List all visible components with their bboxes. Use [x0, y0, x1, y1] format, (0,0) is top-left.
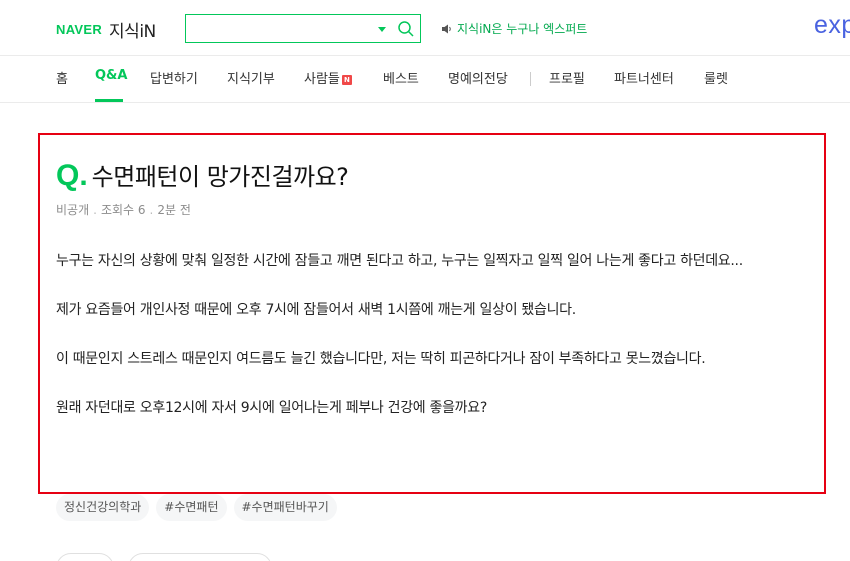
question-paragraph: 누구는 자신의 상황에 맞춰 일정한 시간에 잠들고 깨면 된다고 하고, 누구… — [56, 253, 743, 269]
naver-jisikin-logo[interactable]: NAVER 지식iN — [56, 17, 156, 42]
tag-hashtag[interactable]: #수면패턴 — [156, 494, 227, 521]
tag-category[interactable]: 정신건강의학과 — [56, 494, 150, 521]
expert-notice-text: 지식iN은 누구나 엑스퍼트 — [457, 22, 588, 36]
search-input[interactable] — [190, 18, 370, 39]
nav-active-indicator — [95, 99, 123, 102]
nav-hall-of-fame[interactable]: 명예의전당 — [448, 68, 508, 87]
chevron-down-icon[interactable] — [378, 27, 386, 32]
header: NAVER 지식iN 지식iN은 누구나 엑스퍼트 exp — [0, 0, 850, 56]
nav-donate[interactable]: 지식기부 — [227, 68, 275, 87]
jisikin-logo[interactable]: 지식iN — [109, 17, 156, 42]
naver-logo[interactable]: NAVER — [56, 22, 102, 37]
nav-answer[interactable]: 답변하기 — [150, 68, 198, 87]
question-paragraph: 제가 요즘들어 개인사정 때문에 오후 7시에 잠들어서 새벽 1시쯤에 깨는게… — [56, 302, 576, 318]
question-author: 비공개 — [56, 203, 90, 217]
nav-partner-center[interactable]: 파트너센터 — [614, 68, 674, 87]
question-meta: 비공개. 조회수 6. 2분 전 — [56, 203, 191, 217]
nav-home[interactable]: 홈 — [56, 68, 68, 87]
search-box — [185, 14, 421, 43]
like-button[interactable] — [56, 553, 114, 561]
question-title: Q. 수면패턴이 망가진걸까요? — [56, 157, 349, 193]
question-paragraph: 이 때문인지 스트레스 때문인지 여드름도 늘긴 했습니다만, 저는 딱히 피곤… — [56, 351, 706, 367]
tag-hashtag[interactable]: #수면패턴바꾸기 — [233, 494, 337, 521]
nav-people[interactable]: 사람들 N — [304, 68, 352, 87]
question-body: 누구는 자신의 상황에 맞춰 일정한 시간에 잠들고 깨면 된다고 하고, 누구… — [56, 249, 804, 445]
question-time: 2분 전 — [157, 203, 191, 217]
question-paragraph: 원래 자던대로 오후12시에 자서 9시에 일어나는게 페부나 건강에 좋을까요… — [56, 400, 487, 416]
new-badge: N — [341, 75, 352, 85]
main-nav: 홈 Q&A 답변하기 지식기부 사람들 N 베스트 명예의전당 프로필 파트너센터… — [0, 57, 850, 103]
expert-notice-link[interactable]: 지식iN은 누구나 엑스퍼트 — [441, 20, 587, 37]
question-views: 조회수 6 — [100, 203, 146, 217]
nav-qna[interactable]: Q&A — [95, 68, 127, 83]
nav-people-label: 사람들 — [304, 72, 340, 87]
nav-best[interactable]: 베스트 — [383, 68, 419, 87]
question-title-text: 수면패턴이 망가진걸까요? — [91, 163, 349, 191]
question-mark-icon: Q. — [56, 159, 88, 192]
answer-button[interactable] — [128, 553, 272, 561]
speaker-icon — [442, 24, 451, 33]
nav-divider — [530, 72, 531, 86]
search-icon[interactable] — [397, 20, 415, 38]
nav-profile[interactable]: 프로필 — [549, 68, 585, 87]
nav-roulette[interactable]: 룰렛 — [704, 68, 728, 87]
question-tags: 정신건강의학과 #수면패턴 #수면패턴바꾸기 — [56, 494, 337, 521]
expert-logo[interactable]: exp — [814, 11, 850, 40]
